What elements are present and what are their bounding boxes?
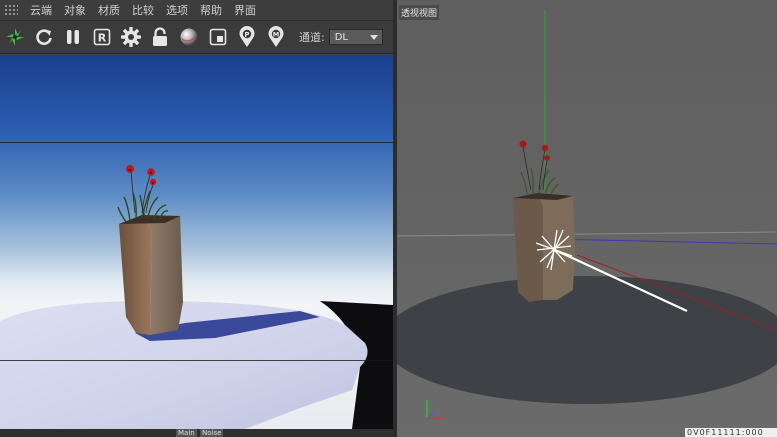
viewport-title[interactable]: 透视视图 — [399, 5, 440, 20]
render-scene — [0, 165, 393, 429]
viewport-status-strip: 0V0F11111:000 — [685, 428, 777, 437]
render-toolbar: R P M 通道: DL — [0, 21, 393, 54]
menu-item-cloud[interactable]: 云端 — [24, 0, 58, 21]
pick-focus-button[interactable]: P — [235, 24, 259, 50]
render-region-button[interactable]: R — [90, 24, 114, 50]
pick-focus-icon: P — [239, 26, 255, 47]
menu-item-objects[interactable]: 对象 — [58, 0, 92, 21]
svg-text:M: M — [273, 31, 279, 39]
channel-label: 通道: — [299, 31, 325, 44]
material-sphere-icon — [180, 28, 198, 46]
perspective-viewport[interactable]: 透视视图 0V0F11111:000 — [397, 0, 777, 437]
svg-text:P: P — [244, 31, 249, 39]
menu-item-help[interactable]: 帮助 — [194, 0, 228, 21]
viewport-scene — [397, 10, 777, 419]
clay-mode-button[interactable] — [206, 24, 230, 50]
render-window: 云端 对象 材质 比较 选项 帮助 界面 R P M 通道: DL Main N… — [0, 0, 393, 437]
pause-render-button[interactable] — [61, 24, 85, 50]
menu-item-compare[interactable]: 比较 — [126, 0, 160, 21]
menu-item-interface[interactable]: 界面 — [228, 0, 262, 21]
render-region-icon: R — [93, 28, 111, 46]
restart-render-icon — [36, 29, 52, 45]
menu-bar: 云端 对象 材质 比较 选项 帮助 界面 — [0, 0, 393, 21]
axis-line-blue — [546, 238, 777, 245]
region-guide-top — [0, 142, 393, 143]
settings-gear-icon — [121, 27, 141, 47]
tab-noise[interactable]: Noise — [200, 429, 224, 437]
chevron-down-icon — [369, 35, 378, 40]
lock-icon — [153, 27, 167, 46]
horizon-line — [397, 231, 777, 237]
menu-item-materials[interactable]: 材质 — [92, 0, 126, 21]
grip-handle-icon[interactable] — [4, 4, 18, 16]
viewport-stems — [522, 145, 548, 191]
tab-main[interactable]: Main — [176, 429, 197, 437]
restart-render-button[interactable] — [32, 24, 56, 50]
region-guide-bottom — [0, 360, 393, 361]
material-preview-button[interactable] — [177, 24, 201, 50]
flowers — [126, 165, 157, 186]
axis-gizmo-icon — [426, 400, 445, 419]
render-preview[interactable] — [0, 55, 393, 429]
viewport-floor-disc — [397, 276, 777, 404]
pick-material-icon: M — [268, 26, 284, 47]
settings-button[interactable] — [119, 24, 143, 50]
channel-value: DL — [334, 31, 348, 43]
svg-text:R: R — [98, 32, 107, 45]
lock-button[interactable] — [148, 24, 172, 50]
pause-render-icon — [67, 30, 79, 44]
menu-item-options[interactable]: 选项 — [160, 0, 194, 21]
floor-disc — [0, 301, 368, 429]
start-render-button[interactable] — [3, 24, 27, 50]
start-render-icon — [6, 28, 24, 46]
channel-dropdown[interactable]: DL — [328, 29, 383, 45]
pick-material-button[interactable]: M — [264, 24, 288, 50]
clay-mode-icon — [209, 28, 227, 46]
